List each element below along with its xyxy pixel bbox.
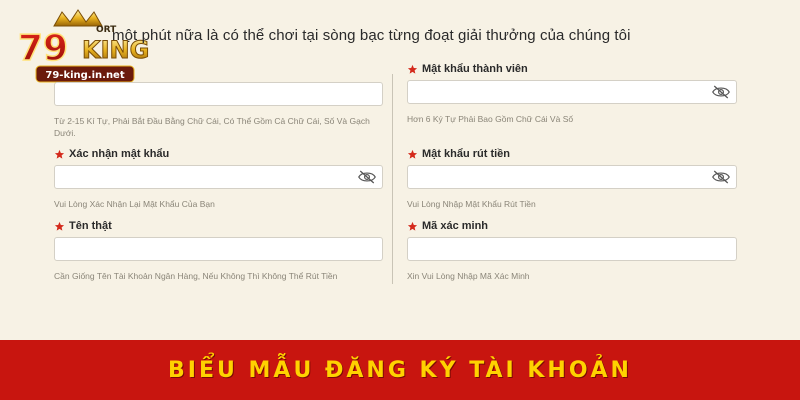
required-star-icon — [54, 149, 65, 160]
title-banner: BIỂU MẪU ĐĂNG KÝ TÀI KHOẢN — [0, 340, 800, 400]
withdraw-password-field-group: Mật khẩu rút tiền Vui Lòng Nhập Mật Khẩu… — [407, 147, 737, 210]
verification-code-input-box[interactable] — [407, 237, 737, 261]
real-name-label: Tên thật — [54, 219, 384, 233]
required-star-icon — [407, 221, 418, 232]
username-field-group: Từ 2-15 Kí Tự, Phải Bắt Đầu Bằng Chữ Cái… — [54, 64, 384, 139]
page-headline: một phút nữa là có thể chơi tại sòng bạc… — [112, 27, 631, 44]
verification-code-input[interactable] — [408, 238, 736, 260]
confirm-password-field-group: Xác nhận mật khẩu Vui Lòng Xác Nhận Lại … — [54, 147, 384, 210]
member-password-label: Mật khẩu thành viên — [407, 62, 737, 76]
verification-code-label: Mã xác minh — [407, 219, 737, 233]
real-name-input-box[interactable] — [54, 237, 383, 261]
withdraw-password-label: Mật khẩu rút tiền — [407, 147, 737, 161]
username-hint: Từ 2-15 Kí Tự, Phải Bắt Đầu Bằng Chữ Cái… — [54, 116, 370, 138]
eye-off-icon[interactable] — [712, 85, 730, 99]
member-password-input[interactable] — [408, 81, 736, 103]
member-password-field-group: Mật khẩu thành viên Hơn 6 Ký Tự Phải Bao… — [407, 62, 737, 125]
username-input[interactable] — [55, 83, 382, 105]
real-name-hint: Cần Giống Tên Tài Khoản Ngân Hàng, Nếu K… — [54, 271, 338, 281]
banner-title: BIỂU MẪU ĐĂNG KÝ TÀI KHOẢN — [168, 357, 632, 383]
confirm-password-hint: Vui Lòng Xác Nhận Lại Mật Khẩu Của Bạn — [54, 199, 215, 209]
eye-off-icon[interactable] — [358, 170, 376, 184]
required-star-icon — [54, 221, 65, 232]
column-divider — [392, 74, 393, 284]
required-star-icon — [407, 64, 418, 75]
real-name-input[interactable] — [55, 238, 382, 260]
withdraw-password-input-box[interactable] — [407, 165, 737, 189]
member-password-hint: Hơn 6 Ký Tự Phải Bao Gồm Chữ Cái Và Số — [407, 114, 574, 124]
logo-number: 79 — [18, 28, 68, 69]
withdraw-password-input[interactable] — [408, 166, 736, 188]
verification-code-field-group: Mã xác minh Xin Vui Lòng Nhập Mã Xác Min… — [407, 219, 737, 282]
username-label — [54, 64, 384, 78]
eye-off-icon[interactable] — [712, 170, 730, 184]
real-name-field-group: Tên thật Cần Giống Tên Tài Khoản Ngân Hà… — [54, 219, 384, 282]
confirm-password-input[interactable] — [55, 166, 382, 188]
withdraw-password-hint: Vui Lòng Nhập Mật Khẩu Rút Tiền — [407, 199, 536, 209]
username-input-box[interactable] — [54, 82, 383, 106]
verification-code-hint: Xin Vui Lòng Nhập Mã Xác Minh — [407, 271, 530, 281]
confirm-password-label: Xác nhận mật khẩu — [54, 147, 384, 161]
required-star-icon — [407, 149, 418, 160]
member-password-input-box[interactable] — [407, 80, 737, 104]
confirm-password-input-box[interactable] — [54, 165, 383, 189]
